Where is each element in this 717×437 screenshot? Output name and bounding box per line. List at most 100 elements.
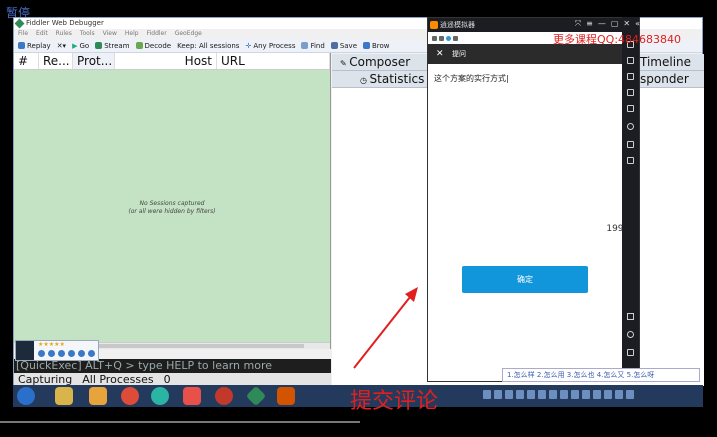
app-title: 提问 <box>452 50 466 58</box>
apk-icon[interactable] <box>627 73 634 80</box>
save-icon <box>330 42 338 49</box>
tray-icon-13[interactable] <box>615 390 623 399</box>
menu-file[interactable]: File <box>18 29 28 39</box>
confirm-button[interactable]: 确定 <box>462 266 588 293</box>
tray-icon-7[interactable] <box>549 390 557 399</box>
tray-icon-1[interactable] <box>483 390 491 399</box>
screenshot-icon[interactable] <box>627 57 634 64</box>
stream-button[interactable]: Stream <box>95 39 130 52</box>
widget-icon-2[interactable] <box>48 350 55 357</box>
menu-help[interactable]: Help <box>125 29 139 39</box>
rating-stars: ★★★★★ <box>38 341 65 348</box>
column-protocol[interactable]: Prot... <box>73 53 115 69</box>
overlay-qq-watermark: 更多课程QQ:484683840 <box>553 33 682 46</box>
keep-sessions-dropdown[interactable]: Keep: All sessions <box>177 39 239 52</box>
widget-icon-5[interactable] <box>78 350 85 357</box>
collapse-icon[interactable]: « <box>635 17 640 31</box>
tab-composer[interactable]: ✎ Composer <box>336 54 410 71</box>
recents-icon[interactable] <box>627 349 634 356</box>
menu-icon[interactable]: ≡ <box>586 17 593 31</box>
app-bar: ✕ 提问 <box>428 44 639 64</box>
tray-icon-12[interactable] <box>604 390 612 399</box>
menu-rules[interactable]: Rules <box>56 29 72 39</box>
browse-label: Brow <box>372 41 390 50</box>
rotate-icon[interactable] <box>627 89 634 96</box>
tray-icon-4[interactable] <box>516 390 524 399</box>
browser-icon <box>363 42 370 49</box>
emulator-window: 逍遥模拟器 ✕ 提问 这个方案的实行方式| 19991 确定 <box>427 17 640 382</box>
opera-icon[interactable] <box>151 387 169 405</box>
app-icon-2[interactable] <box>215 387 233 405</box>
fullscreen-icon[interactable]: ⤧ <box>575 17 581 31</box>
column-number[interactable]: # <box>14 53 39 69</box>
find-button[interactable]: Find <box>301 39 325 52</box>
system-tray <box>483 390 634 399</box>
tab-timeline-label: Timeline <box>640 55 692 69</box>
empty-line-2: (or all were hidden by filters) <box>128 208 216 215</box>
empty-line-1: No Sessions captured <box>139 200 205 207</box>
maximize-icon[interactable]: ▢ <box>611 17 619 31</box>
menu-view[interactable]: View <box>103 29 117 39</box>
replay-button[interactable]: Replay <box>18 39 51 52</box>
fiddler-title: Fiddler Web Debugger <box>26 19 104 27</box>
share-icon[interactable] <box>627 105 634 112</box>
floating-widget[interactable]: ★★★★★ <box>15 340 99 361</box>
go-button[interactable]: ▶ Go <box>72 39 89 52</box>
tray-icon-10[interactable] <box>582 390 590 399</box>
tray-icon-9[interactable] <box>571 390 579 399</box>
tray-icon-3[interactable] <box>505 390 513 399</box>
column-url[interactable]: URL <box>217 53 330 69</box>
widget-icons <box>38 350 95 357</box>
tray-icon-8[interactable] <box>560 390 568 399</box>
session-list-header: # Re... Prot... Host URL <box>14 53 330 70</box>
session-list[interactable]: # Re... Prot... Host URL No Sessions cap… <box>14 53 331 349</box>
go-label: Go <box>79 41 90 50</box>
tab-timeline[interactable]: Timeline <box>636 54 691 71</box>
ime-candidate-bar[interactable]: 1.怎么样 2.怎么用 3.怎么也 4.怎么又 5.怎么呀 <box>502 368 700 382</box>
media-player-icon[interactable] <box>89 387 107 405</box>
save-button[interactable]: Save <box>330 39 357 52</box>
app-icon-1[interactable] <box>183 387 201 405</box>
tab-autoresponder[interactable]: sponder <box>636 71 689 88</box>
quickexec-input[interactable]: [QuickExec] ALT+Q > type HELP to learn m… <box>14 359 331 373</box>
menu-tools[interactable]: Tools <box>80 29 95 39</box>
volume-down-icon[interactable] <box>627 157 634 164</box>
fiddler-logo-icon <box>14 18 25 29</box>
widget-icon-3[interactable] <box>58 350 65 357</box>
chrome-icon[interactable] <box>121 387 139 405</box>
widget-icon-4[interactable] <box>68 350 75 357</box>
home-icon[interactable] <box>627 331 634 338</box>
menu-edit[interactable]: Edit <box>36 29 48 39</box>
menu-fiddler[interactable]: Fiddler <box>147 29 167 39</box>
powerpoint-icon[interactable] <box>277 387 295 405</box>
emulator-title: 逍遥模拟器 <box>440 21 475 29</box>
widget-icon-6[interactable] <box>88 350 95 357</box>
decode-button[interactable]: Decode <box>135 39 171 52</box>
tab-statistics[interactable]: ◷ Statistics <box>356 71 424 88</box>
tray-icon-11[interactable] <box>593 390 601 399</box>
tab-statistics-label: Statistics <box>369 72 425 86</box>
menu-geoedge[interactable]: GeoEdge <box>175 29 202 39</box>
explorer-icon[interactable] <box>55 387 73 405</box>
browse-button[interactable]: Brow <box>363 39 390 52</box>
any-process-button[interactable]: ✛ Any Process <box>245 39 295 52</box>
tray-icon-14[interactable] <box>626 390 634 399</box>
settings-icon[interactable] <box>627 123 634 130</box>
back-icon[interactable] <box>627 313 634 320</box>
tray-icon-5[interactable] <box>527 390 535 399</box>
tray-icon-6[interactable] <box>538 390 546 399</box>
start-icon[interactable] <box>17 387 35 405</box>
close-icon[interactable]: ✕ <box>436 44 444 64</box>
decode-icon <box>135 42 143 49</box>
video-progress-bar[interactable] <box>0 421 360 423</box>
column-result[interactable]: Re... <box>39 53 73 69</box>
question-input[interactable]: 这个方案的实行方式| <box>434 73 509 84</box>
volume-up-icon[interactable] <box>627 141 634 148</box>
close-window-icon[interactable]: ✕ <box>623 17 630 31</box>
minimize-icon[interactable]: — <box>598 17 606 31</box>
fiddler-taskbar-icon[interactable] <box>245 385 267 407</box>
tray-icon-2[interactable] <box>494 390 502 399</box>
remove-button[interactable]: ✕▾ <box>57 39 66 52</box>
widget-icon-1[interactable] <box>38 350 45 357</box>
column-host[interactable]: Host <box>115 53 217 69</box>
